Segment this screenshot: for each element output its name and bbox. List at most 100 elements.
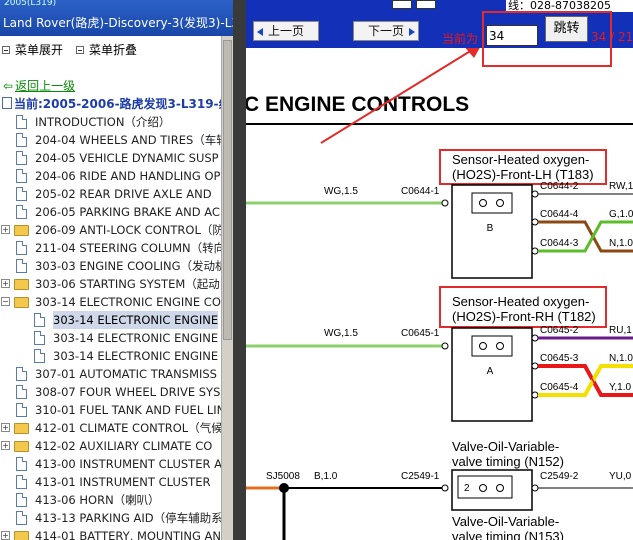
tree-item[interactable]: 206-05 PARKING BRAKE AND AC — [0, 203, 221, 221]
current-path: 当前:2005-2006-路虎发现3-L319-线路图 — [2, 95, 240, 112]
component-name: Valve-Oil-Variable- — [452, 514, 559, 529]
component-letter: 2 — [464, 483, 470, 494]
folder-icon — [14, 297, 29, 308]
tree-item[interactable]: +412-02 AUXILIARY CLIMATE CO — [0, 437, 221, 455]
tree-item[interactable]: 413-06 HORN（喇叭） — [0, 491, 221, 509]
tree-item-label: 412-01 CLIMATE CONTROL（气候 — [35, 421, 223, 435]
document-icon — [16, 367, 27, 381]
window-icon[interactable] — [392, 0, 412, 9]
tree-item[interactable]: 413-01 INSTRUMENT CLUSTER — [0, 473, 221, 491]
folder-icon — [14, 225, 29, 236]
tree-item[interactable]: 307-01 AUTOMATIC TRANSMISS — [0, 365, 221, 383]
tree-item-label: 204-06 RIDE AND HANDLING OP — [35, 169, 221, 183]
connector-pin — [496, 484, 504, 492]
splice-label: SJ5008 — [266, 471, 300, 482]
tree-item[interactable]: +414-01 BATTERY, MOUNTING AN — [0, 527, 221, 540]
tree-item[interactable]: 211-04 STEERING COLUMN（转向 — [0, 239, 225, 257]
tree-item-label: 412-02 AUXILIARY CLIMATE CO — [35, 439, 213, 453]
tree-item-label: INTRODUCTION（介绍） — [35, 115, 171, 129]
document-icon — [34, 331, 45, 345]
document-icon — [16, 151, 27, 165]
expand-toggle-icon[interactable]: + — [1, 441, 10, 450]
tree-item[interactable]: 303-14 ELECTRONIC ENGINE — [0, 329, 221, 347]
tree-item[interactable]: 310-01 FUEL TANK AND FUEL LIN — [0, 401, 225, 419]
document-icon — [16, 385, 27, 399]
pin-label: C0644-2 — [540, 181, 579, 192]
tree-item[interactable]: INTRODUCTION（介绍） — [0, 113, 221, 131]
tree-item-label: 211-04 STEERING COLUMN（转向 — [35, 241, 226, 255]
tree-item-label: 413-06 HORN（喇叭） — [35, 493, 160, 507]
menu-expand-button[interactable]: 菜单展开 — [2, 41, 63, 58]
document-icon — [16, 403, 27, 417]
back-arrow-icon: ⇦ — [3, 79, 14, 93]
expand-toggle-icon[interactable]: + — [1, 225, 10, 234]
title-strip: 2005(L319) — [4, 0, 57, 7]
tree-item[interactable]: − 303-14 ELECTRONIC ENGINE CO — [0, 293, 221, 311]
tree-item-label: 413-13 PARKING AID（停车辅助系 — [35, 511, 223, 525]
connector-pin — [496, 342, 504, 350]
component-ho2s-lh: Sensor-Heated oxygen- (HO2S)-Front-LH (T… — [246, 149, 633, 279]
tree-item[interactable]: +206-09 ANTI-LOCK CONTROL（防 — [0, 221, 224, 239]
wire-label: B,1.0 — [314, 471, 338, 482]
tree-item[interactable]: 303-14 ELECTRONIC ENGINE — [0, 311, 221, 329]
expand-toggle-icon[interactable]: + — [1, 531, 10, 540]
pin-label: C2549-1 — [401, 471, 440, 482]
document-icon — [16, 241, 27, 255]
connector-plug — [471, 335, 513, 357]
tree-item[interactable]: 204-05 VEHICLE DYNAMIC SUSP — [0, 149, 221, 167]
wire-label: WG,1.5 — [324, 328, 358, 339]
tree-item-label: 307-01 AUTOMATIC TRANSMISS — [35, 367, 217, 381]
tree-item[interactable]: 308-07 FOUR WHEEL DRIVE SYS — [0, 383, 221, 401]
document-icon — [16, 457, 27, 471]
document-icon — [16, 493, 27, 507]
tree-item[interactable]: +412-01 CLIMATE CONTROL（气候 — [0, 419, 223, 437]
connector-pin — [479, 199, 487, 207]
component-name: valve timing (N152) — [452, 454, 564, 469]
wiring-diagram: C ENGINE CONTROLS Sensor-Heated oxygen- … — [246, 48, 633, 540]
document-icon — [16, 187, 27, 201]
collapse-icon — [76, 46, 84, 54]
component-name: Sensor-Heated oxygen- — [452, 152, 589, 167]
panel-splitter[interactable] — [233, 0, 246, 540]
next-page-label: 下一页 — [367, 24, 404, 38]
tree-item[interactable]: +303-06 STARTING SYSTEM（起动 — [0, 275, 221, 293]
prev-page-button[interactable]: 上一页 — [253, 21, 319, 41]
back-link[interactable]: ⇦ 返回上一级 — [3, 77, 75, 94]
tree-item[interactable]: 303-14 ELECTRONIC ENGINE — [0, 347, 221, 365]
component-name: valve timing (N153) — [452, 529, 564, 540]
connector-pin — [479, 342, 487, 350]
goto-label: 当前为 — [442, 32, 479, 46]
expand-toggle-icon[interactable]: + — [1, 279, 10, 288]
tree-item-label: 204-04 WHEELS AND TIRES（车轮 — [35, 133, 228, 147]
document-icon — [16, 259, 27, 273]
wire-label: N,1.0 — [609, 238, 633, 249]
tree-item[interactable]: 413-13 PARKING AID（停车辅助系 — [0, 509, 223, 527]
menu-expand-label: 菜单展开 — [15, 43, 64, 57]
menu-collapse-button[interactable]: 菜单折叠 — [76, 41, 137, 58]
left-scrollbar-thumb[interactable] — [223, 40, 232, 340]
collapse-toggle-icon[interactable]: − — [1, 297, 10, 306]
document-icon — [16, 475, 27, 489]
tree-item[interactable]: 204-04 WHEELS AND TIRES（车轮 — [0, 131, 228, 149]
window-icon[interactable] — [416, 0, 436, 9]
tree-item[interactable]: 205-02 REAR DRIVE AXLE AND — [0, 185, 221, 203]
component-name: (HO2S)-Front-RH (T182) — [452, 309, 596, 324]
component-ho2s-rh: Sensor-Heated oxygen- (HO2S)-Front-RH (T… — [246, 286, 633, 422]
document-icon — [16, 169, 27, 183]
connector-pin — [479, 484, 487, 492]
component-letter: B — [487, 223, 494, 234]
current-path-label: 当前:2005-2006-路虎发现3-L319-线路图 — [14, 97, 240, 111]
pin-label: C0645-3 — [540, 353, 579, 364]
component-letter: A — [487, 366, 494, 377]
tree-item[interactable]: 303-03 ENGINE COOLING（发动机 — [0, 257, 227, 275]
pin-label: C0644-1 — [401, 186, 440, 197]
tree-item-label: 303-03 ENGINE COOLING（发动机 — [35, 259, 227, 273]
tree-item[interactable]: 413-00 INSTRUMENT CLUSTER A — [0, 455, 222, 473]
tree-item-label: 414-01 BATTERY, MOUNTING AN — [35, 529, 222, 540]
folder-icon — [14, 423, 29, 434]
toolbar-top-icons — [392, 0, 440, 10]
expand-toggle-icon[interactable]: + — [1, 423, 10, 432]
tree-item[interactable]: 204-06 RIDE AND HANDLING OP — [0, 167, 221, 185]
next-page-button[interactable]: 下一页 — [353, 21, 419, 41]
folder-icon — [14, 531, 29, 540]
